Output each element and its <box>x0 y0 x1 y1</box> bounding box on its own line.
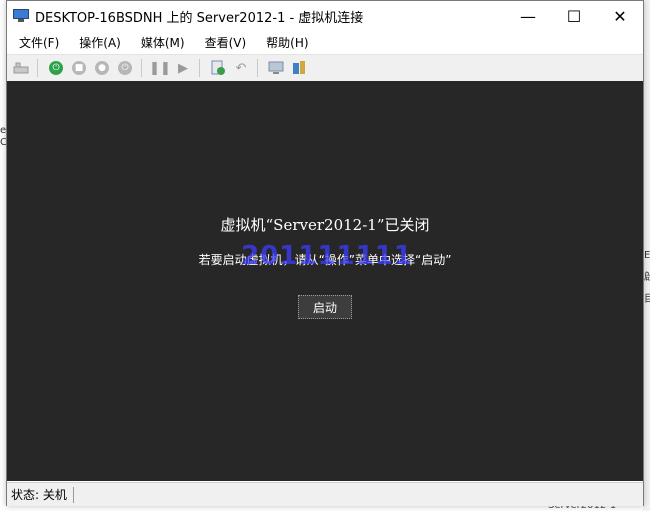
share-icon[interactable] <box>290 59 308 77</box>
monitor-icon <box>13 9 29 23</box>
vm-display[interactable]: 虚拟机“Server2012-1”已关闭 若要启动虚拟机，请从“操作”菜单中选择… <box>7 81 643 481</box>
status-separator <box>72 486 74 503</box>
toolbar-separator <box>257 59 258 77</box>
save-icon[interactable]: ⏻ <box>116 59 134 77</box>
background-glyph: E <box>644 250 650 261</box>
menu-bar: 文件(F) 操作(A) 媒体(M) 查看(V) 帮助(H) <box>7 31 643 53</box>
vm-state-label: 状态: 关机 <box>11 488 67 502</box>
vm-status-heading: 虚拟机“Server2012-1”已关闭 <box>220 216 430 234</box>
minimize-button[interactable]: — <box>505 1 551 31</box>
pause-icon[interactable]: ❚❚ <box>149 59 171 77</box>
status-bar: 状态: 关机 <box>7 482 643 506</box>
shutdown-icon[interactable]: ● <box>93 59 111 77</box>
reset-icon[interactable]: ▶ <box>174 59 192 77</box>
menu-action[interactable]: 操作(A) <box>71 34 129 51</box>
enhanced-session-icon[interactable] <box>267 59 285 77</box>
background-glyph: 啟 <box>644 272 650 283</box>
checkpoint-icon[interactable] <box>209 59 227 77</box>
vm-connection-window: DESKTOP-16BSDNH 上的 Server2012-1 - 虚拟机连接 … <box>6 0 644 506</box>
toolbar: ⏻ ■ ● ⏻ ❚❚ ▶ ↶ <box>7 54 643 82</box>
ctrl-alt-del-icon[interactable] <box>12 59 30 77</box>
maximize-button[interactable]: ☐ <box>551 1 597 31</box>
menu-help[interactable]: 帮助(H) <box>258 34 316 51</box>
background-glyph: 目 <box>644 294 650 305</box>
turn-off-icon[interactable]: ■ <box>70 59 88 77</box>
start-vm-button[interactable]: 启动 <box>298 295 352 319</box>
window-title: DESKTOP-16BSDNH 上的 Server2012-1 - 虚拟机连接 <box>35 10 364 26</box>
window-controls: — ☐ ✕ <box>505 1 643 31</box>
revert-icon[interactable]: ↶ <box>232 59 250 77</box>
menu-media[interactable]: 媒体(M) <box>133 34 193 51</box>
toolbar-separator <box>37 59 38 77</box>
menu-file[interactable]: 文件(F) <box>11 34 67 51</box>
vm-instruction-text: 若要启动虚拟机，请从“操作”菜单中选择“启动” <box>198 253 452 267</box>
start-icon[interactable]: ⏻ <box>47 59 65 77</box>
toolbar-separator <box>199 59 200 77</box>
menu-view[interactable]: 查看(V) <box>197 34 255 51</box>
background-right-text: E 啟 目 <box>644 245 650 311</box>
title-bar[interactable]: DESKTOP-16BSDNH 上的 Server2012-1 - 虚拟机连接 … <box>7 1 643 31</box>
toolbar-separator <box>141 59 142 77</box>
close-button[interactable]: ✕ <box>597 1 643 31</box>
